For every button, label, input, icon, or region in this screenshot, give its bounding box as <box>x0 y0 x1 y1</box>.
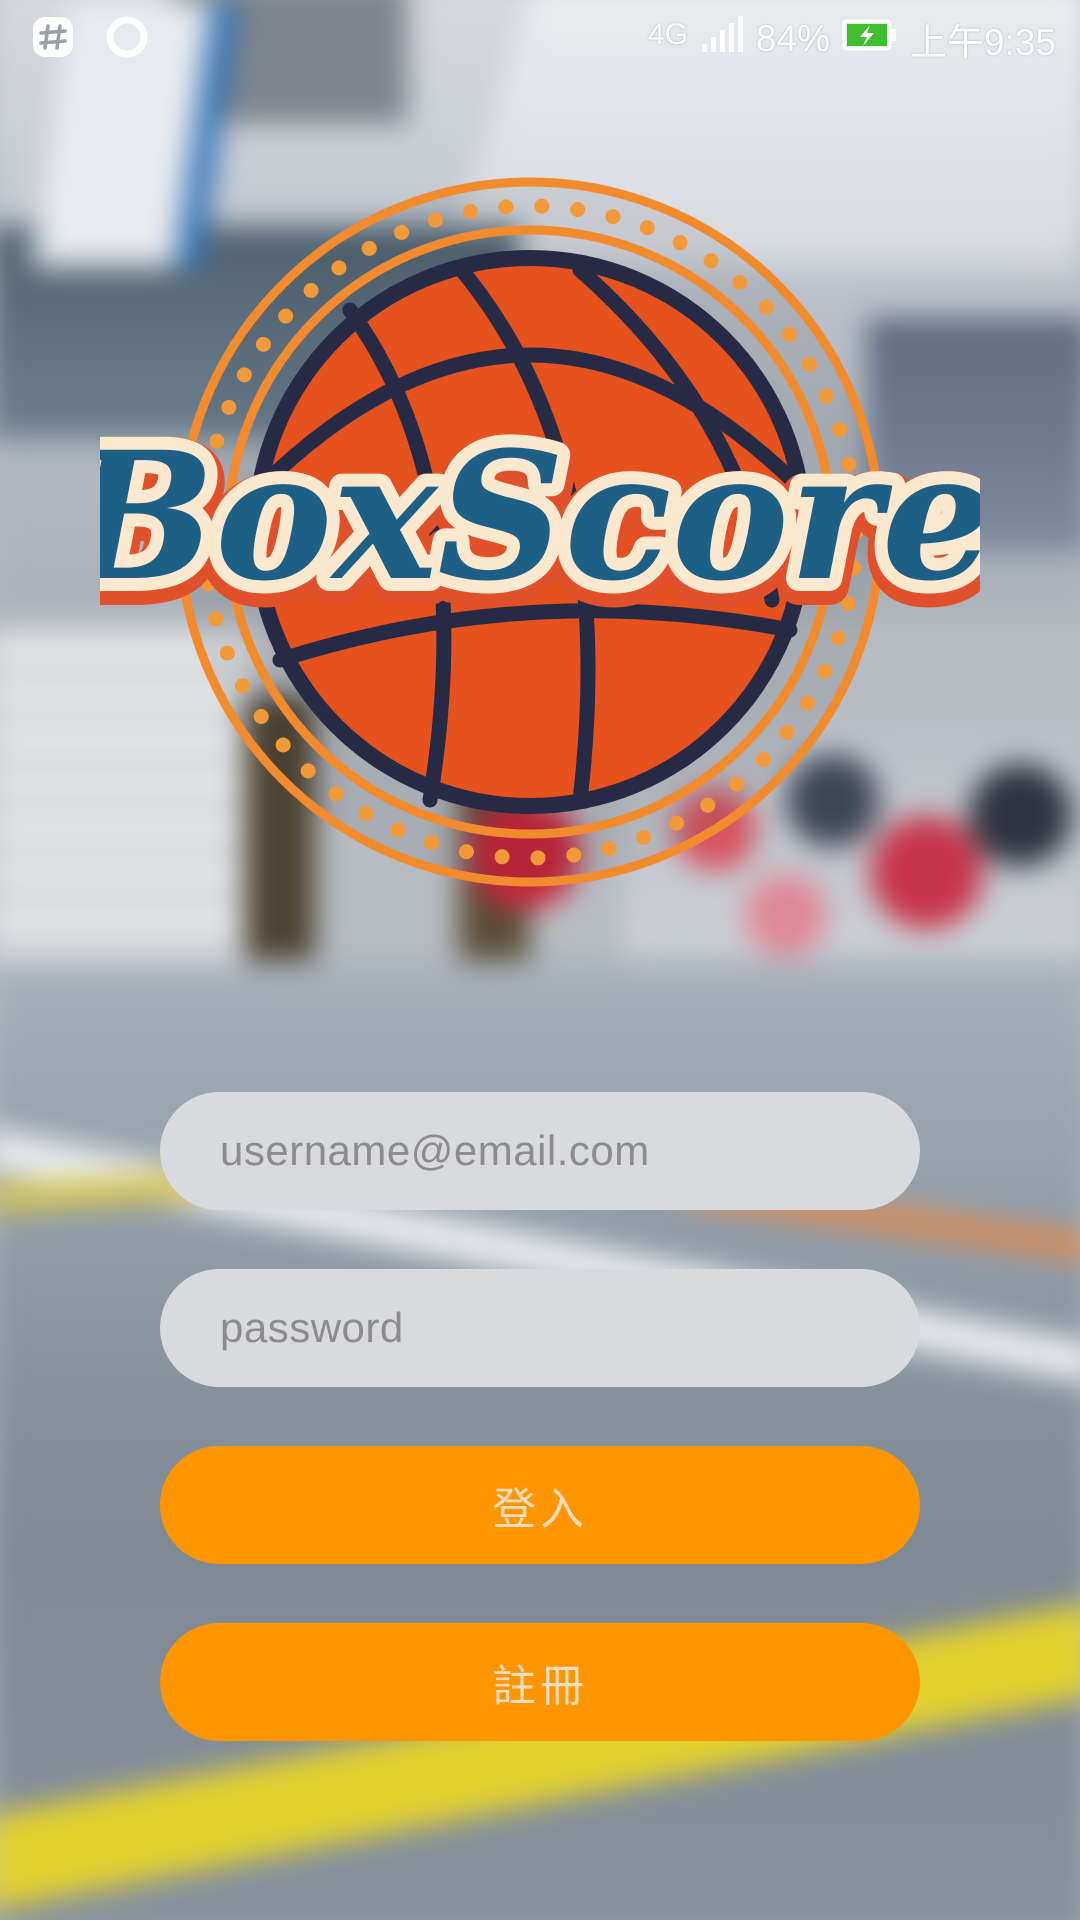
username-field[interactable]: username@email.com <box>160 1092 920 1210</box>
boxscore-logo: BoxScore BoxScore BoxScore <box>41 160 1014 920</box>
battery-percent: 84% <box>755 18 830 59</box>
login-form: username@email.com password 登入 註冊 <box>160 1092 920 1800</box>
login-button[interactable]: 登入 <box>160 1446 920 1564</box>
circle-notification-icon <box>104 14 150 60</box>
username-placeholder: username@email.com <box>220 1127 650 1174</box>
status-bar: 4G 84% 上午9:35 <box>0 0 1080 72</box>
battery-charging-icon <box>842 18 898 61</box>
login-screen: 4G 84% 上午9:35 BoxScore BoxScore BoxScore… <box>0 0 1080 1920</box>
password-field[interactable]: password <box>160 1269 920 1387</box>
signal-bars-icon <box>700 15 744 63</box>
svg-text:BoxScore: BoxScore <box>100 413 980 620</box>
register-button-label: 註冊 <box>492 1661 588 1712</box>
password-placeholder: password <box>220 1304 404 1351</box>
boxscore-wordmark: BoxScore BoxScore BoxScore <box>41 400 1013 647</box>
login-button-label: 登入 <box>492 1484 588 1535</box>
slack-icon <box>30 14 76 60</box>
register-button[interactable]: 註冊 <box>160 1623 920 1741</box>
clock-time: 上午9:35 <box>909 22 1056 63</box>
network-type: 4G <box>647 18 688 51</box>
